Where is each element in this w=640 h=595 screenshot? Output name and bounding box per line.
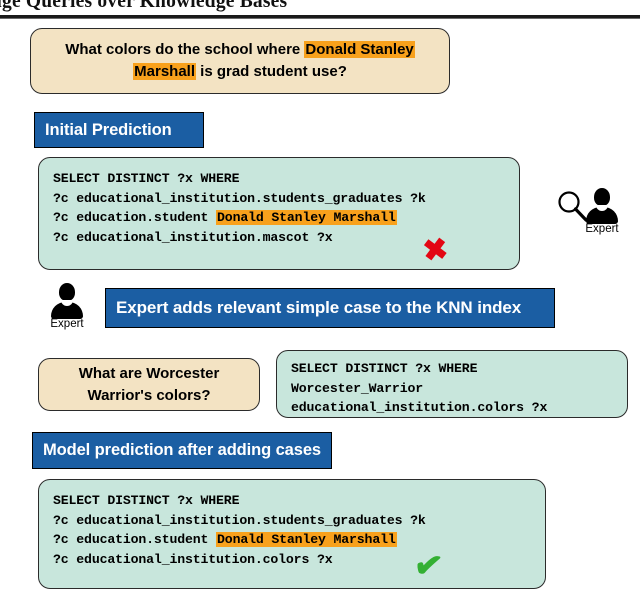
person-head xyxy=(59,283,75,301)
nl-question-box: What colors do the school where Donald S… xyxy=(30,28,450,94)
sql-final-prediction-text: SELECT DISTINCT ?x WHERE ?c educational_… xyxy=(39,480,426,569)
added-case-question-box: What are Worcester Warrior's colors? xyxy=(38,358,260,411)
sql-line: ?c educational_institution.mascot ?x xyxy=(53,229,333,245)
expert-action-cluster: Expert xyxy=(50,283,84,330)
page-title: nguage Queries over Knowledge Bases xyxy=(0,0,288,12)
added-case-question-line2: Warrior's colors? xyxy=(87,386,211,404)
person-head xyxy=(594,188,610,206)
sql-entity-highlight: Donald Stanley Marshall xyxy=(216,532,397,548)
sql-line: ?c educational_institution.colors ?x xyxy=(53,551,333,567)
banner-final-prediction-label: Model prediction after adding cases xyxy=(43,441,321,459)
nl-question-entity-part1: Donald Stanley xyxy=(304,41,415,59)
nl-question-text: What colors do the school where Donald S… xyxy=(51,39,429,83)
person-icon xyxy=(50,283,84,319)
sql-line: Worcester_Warrior xyxy=(291,380,423,396)
sql-line: ?c educational_institution.students_grad… xyxy=(53,190,426,206)
expert-action-label: Expert xyxy=(50,318,84,330)
added-case-question-line1: What are Worcester xyxy=(78,364,220,382)
expert-search-cluster: Expert xyxy=(585,188,619,235)
incorrect-mark-icon: ✖ xyxy=(420,232,451,269)
sql-line: SELECT DISTINCT ?x WHERE xyxy=(53,171,240,186)
nl-question-line2-suffix: is grad student use? xyxy=(196,63,347,80)
banner-initial-prediction: Initial Prediction xyxy=(34,112,204,148)
sql-box-added-case: SELECT DISTINCT ?x WHERE Worcester_Warri… xyxy=(276,350,628,418)
search-icon xyxy=(558,191,588,222)
person-icon xyxy=(585,188,619,224)
sql-initial-prediction-text: SELECT DISTINCT ?x WHERE ?c educational_… xyxy=(39,158,426,247)
sql-line: educational_institution.colors ?x xyxy=(291,400,548,416)
sql-line-prefix: ?c education.student xyxy=(53,532,217,548)
sql-line: SELECT DISTINCT ?x WHERE xyxy=(53,493,240,508)
sql-added-case-text: SELECT DISTINCT ?x WHERE Worcester_Warri… xyxy=(277,351,547,418)
sql-box-final-prediction: SELECT DISTINCT ?x WHERE ?c educational_… xyxy=(38,479,546,589)
title-divider xyxy=(0,15,640,19)
sql-entity-highlight: Donald Stanley Marshall xyxy=(216,210,397,226)
nl-question-entity-part2: Marshall xyxy=(133,63,196,80)
banner-final-prediction: Model prediction after adding cases xyxy=(32,432,332,469)
banner-initial-prediction-label: Initial Prediction xyxy=(45,120,172,139)
sql-line: SELECT DISTINCT ?x WHERE xyxy=(291,361,478,376)
banner-expert-action: Expert adds relevant simple case to the … xyxy=(105,288,555,328)
expert-search-label: Expert xyxy=(585,223,619,235)
banner-expert-action-label: Expert adds relevant simple case to the … xyxy=(116,298,522,317)
sql-line: ?c educational_institution.students_grad… xyxy=(53,512,426,528)
added-case-question-text: What are Worcester Warrior's colors? xyxy=(65,363,234,407)
sql-line-prefix: ?c education.student xyxy=(53,210,217,226)
correct-mark-icon: ✔ xyxy=(411,545,446,587)
nl-question-line1-prefix: What colors do the school where xyxy=(65,41,305,59)
